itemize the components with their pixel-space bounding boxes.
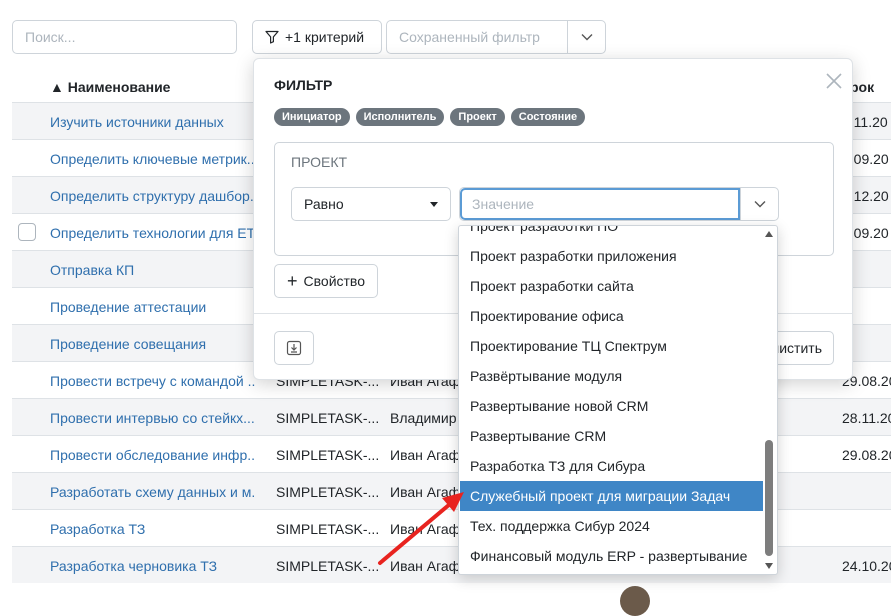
add-property-label: Свойство	[303, 273, 365, 289]
task-name-link[interactable]: Определить технологии для ETL	[50, 214, 255, 251]
task-name-link[interactable]: Изучить источники данных	[50, 103, 255, 140]
dropdown-option[interactable]: Проект разработки приложения	[460, 241, 763, 271]
dropdown-option[interactable]: Проектирование ТЦ Спектрум	[460, 331, 763, 361]
dropdown-option[interactable]: Разработка ТЗ для Сибура	[460, 451, 763, 481]
task-code: SIMPLETASK-...	[276, 446, 380, 463]
dropdown-option[interactable]: Финансовый модуль ERP - развертывание	[460, 541, 763, 571]
tag-state[interactable]: Состояние	[510, 108, 586, 126]
task-name-link[interactable]: Провести интервью со стейкх...	[50, 399, 255, 436]
add-criteria-button[interactable]: +1 критерий	[252, 20, 382, 54]
task-deadline	[842, 510, 891, 547]
task-name-link[interactable]: Разработать схему данных и м...	[50, 473, 255, 510]
dropdown-option[interactable]: Развертывание новой CRM	[460, 391, 763, 421]
dropdown-option[interactable]: Служебный проект для миграции Задач	[460, 481, 763, 511]
operator-value: Равно	[304, 196, 344, 212]
task-name-link[interactable]: Отправка КП	[50, 251, 255, 288]
saved-filter-placeholder: Сохраненный фильтр	[399, 29, 540, 45]
task-code: SIMPLETASK-...	[276, 409, 380, 426]
saved-filter-select[interactable]: Сохраненный фильтр	[386, 20, 606, 54]
avatar	[620, 586, 650, 616]
filter-tags: Инициатор Исполнитель Проект Состояние	[274, 108, 586, 126]
scroll-down-icon[interactable]	[765, 563, 773, 569]
dropdown-option[interactable]: Тех. поддержка Сибур 2024	[460, 511, 763, 541]
task-code: SIMPLETASK-...	[276, 520, 380, 537]
task-name-link[interactable]: Провести встречу с командой ...	[50, 362, 255, 399]
row-checkbox[interactable]	[18, 223, 36, 241]
task-deadline: 29.08.20	[842, 446, 891, 463]
scroll-thumb[interactable]	[765, 440, 773, 556]
tag-project[interactable]: Проект	[450, 108, 505, 126]
project-dropdown: Проект разработки ПО Проект разработки пр…	[458, 225, 778, 575]
task-name-link[interactable]: Провести обследование инфр...	[50, 436, 255, 473]
task-name-link[interactable]: Проведение совещания	[50, 325, 255, 362]
dropdown-list: Проект разработки ПО Проект разработки пр…	[460, 226, 763, 571]
caret-down-icon	[430, 201, 438, 207]
chevron-down-icon[interactable]	[740, 188, 778, 220]
column-header-deadline[interactable]: рок	[850, 72, 874, 102]
group-title: ПРОЕКТ	[291, 154, 348, 170]
task-name-link[interactable]: Определить структуру дашбор...	[50, 177, 255, 214]
close-icon[interactable]	[822, 69, 846, 93]
value-input[interactable]	[460, 188, 740, 220]
chevron-down-icon[interactable]	[567, 21, 605, 53]
dropdown-option[interactable]: Развёртывание модуля	[460, 361, 763, 391]
task-deadline: 24.10.20	[842, 557, 891, 574]
annotation-arrow-icon	[378, 492, 464, 565]
task-deadline	[842, 473, 891, 510]
dropdown-option[interactable]: Проект разработки сайта	[460, 271, 763, 301]
scroll-up-icon[interactable]	[765, 231, 773, 237]
dropdown-option[interactable]: Проектирование офиса	[460, 301, 763, 331]
task-name-link[interactable]: Разработка черновика ТЗ	[50, 547, 255, 584]
dropdown-option[interactable]: Развертывание CRM	[460, 421, 763, 451]
task-deadline: 28.11.20	[842, 409, 891, 426]
search-input[interactable]	[12, 20, 237, 54]
download-icon	[286, 340, 302, 356]
value-combobox[interactable]	[459, 187, 779, 221]
task-name-link[interactable]: Определить ключевые метрик...	[50, 140, 255, 177]
task-code: SIMPLETASK-...	[276, 557, 380, 574]
filter-title: ФИЛЬТР	[274, 77, 333, 93]
task-name-link[interactable]: Проведение аттестации	[50, 288, 255, 325]
tag-initiator[interactable]: Инициатор	[274, 108, 350, 126]
filter-icon	[265, 30, 279, 44]
tag-executor[interactable]: Исполнитель	[355, 108, 445, 126]
dropdown-option[interactable]: Проект разработки ПО	[460, 226, 763, 241]
task-name-link[interactable]: Разработка ТЗ	[50, 510, 255, 547]
operator-select[interactable]: Равно	[291, 187, 451, 221]
plus-icon: +	[287, 271, 298, 291]
column-header-name[interactable]: ▲ Наименование	[50, 72, 170, 102]
save-filter-button[interactable]	[274, 331, 314, 365]
task-code: SIMPLETASK-...	[276, 483, 380, 500]
criteria-label: +1 критерий	[285, 29, 365, 45]
add-property-button[interactable]: + Свойство	[274, 264, 378, 298]
